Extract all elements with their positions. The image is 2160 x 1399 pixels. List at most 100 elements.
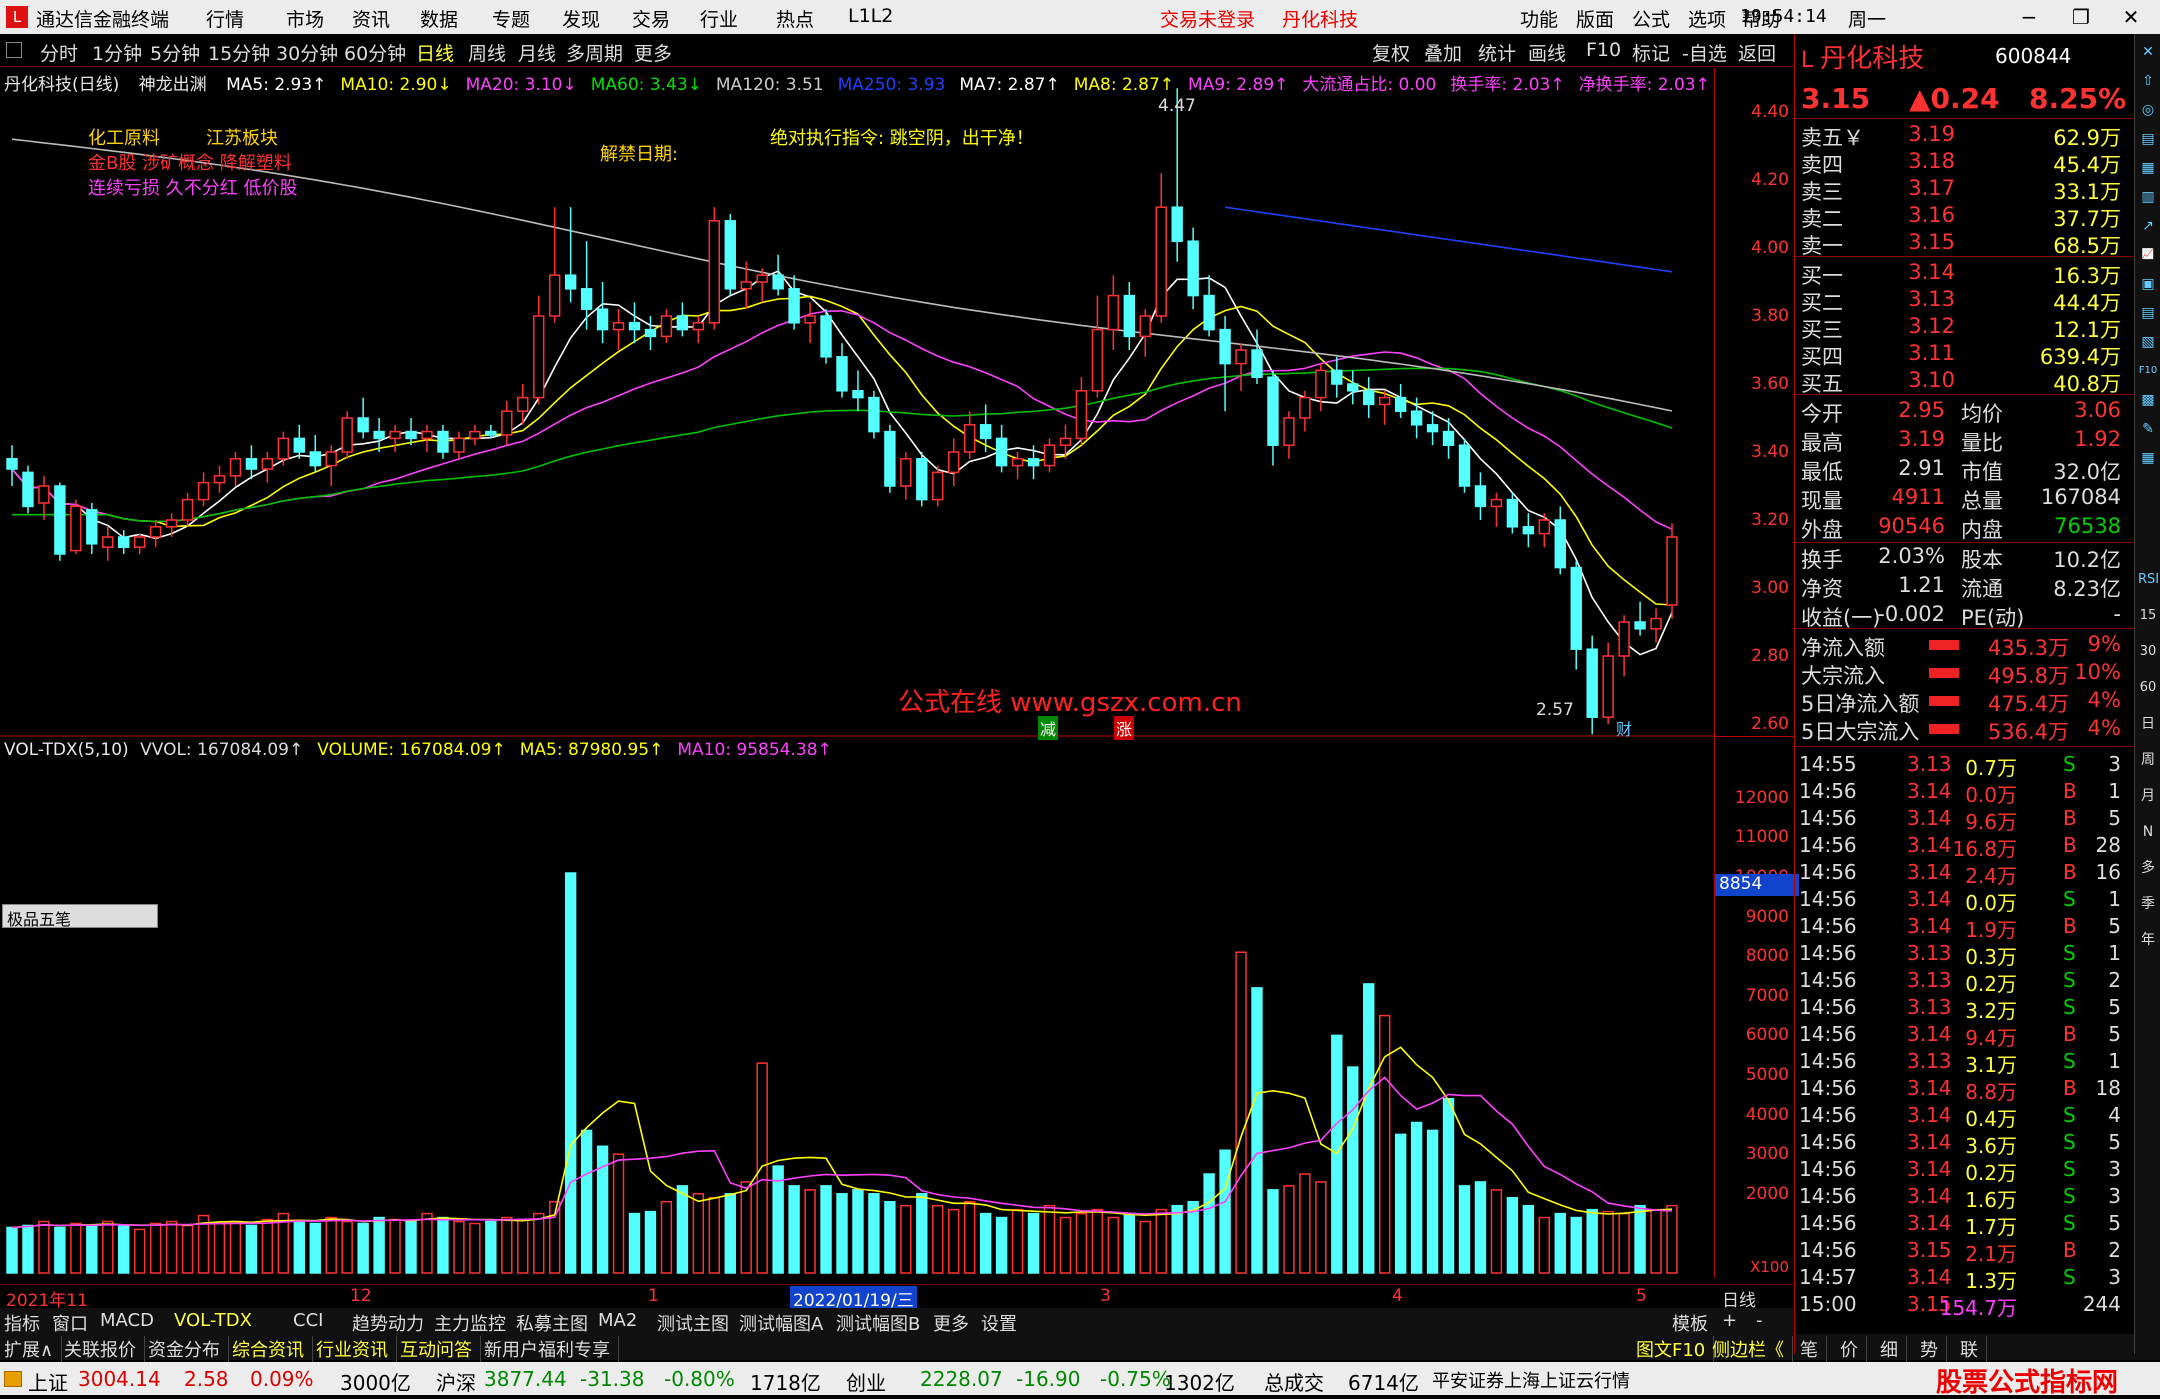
info-tab-0[interactable]: 扩展∧ xyxy=(4,1336,63,1362)
candle[interactable] xyxy=(1634,621,1646,630)
period-tab-10[interactable]: 更多 xyxy=(634,39,672,66)
volume-bar[interactable] xyxy=(70,1222,82,1274)
candle[interactable] xyxy=(1283,417,1295,446)
restore-icon[interactable]: ❐ xyxy=(2064,2,2098,32)
menu-6[interactable]: 交易 xyxy=(632,5,670,32)
volume-bar[interactable] xyxy=(357,1222,369,1274)
volume-bar[interactable] xyxy=(421,1212,433,1274)
info-tab-3[interactable]: 综合资讯 xyxy=(232,1336,313,1362)
candle[interactable] xyxy=(692,322,705,331)
side-tab-0[interactable]: 图文F10 xyxy=(1636,1336,1715,1362)
indicator-tab-2[interactable]: MACD xyxy=(100,1310,154,1331)
candle[interactable] xyxy=(102,536,114,548)
right-menu-0[interactable]: 功能 xyxy=(1520,5,1558,32)
candle[interactable] xyxy=(804,315,816,324)
volume-bar[interactable] xyxy=(979,1212,992,1274)
side-tool-icon-3[interactable]: ▤ xyxy=(2138,129,2158,149)
side-period-4[interactable]: 日 xyxy=(2138,714,2158,734)
candle[interactable] xyxy=(22,471,34,508)
volume-bar[interactable] xyxy=(1506,1197,1519,1274)
bid-level-4[interactable]: 买五 3.10 40.8万 xyxy=(1795,368,2125,396)
volume-bar[interactable] xyxy=(533,1212,545,1274)
volume-bar[interactable] xyxy=(740,1181,752,1274)
indicator-tab-12[interactable]: 更多 xyxy=(933,1310,969,1336)
volume-bar[interactable] xyxy=(612,1153,625,1274)
candle[interactable] xyxy=(1043,444,1056,467)
volume-bar[interactable] xyxy=(868,1193,880,1274)
candle[interactable] xyxy=(1203,294,1215,331)
candle[interactable] xyxy=(1075,390,1088,440)
volume-bar[interactable] xyxy=(916,1193,928,1274)
tool-button-5[interactable]: 标记 xyxy=(1632,39,1670,66)
menu-2[interactable]: 资讯 xyxy=(352,5,390,32)
candle[interactable] xyxy=(676,315,689,331)
period-tab-3[interactable]: 15分钟 xyxy=(208,39,270,66)
side-tool-icon-7[interactable]: 📈 xyxy=(2138,245,2158,265)
tool-button-1[interactable]: 叠加 xyxy=(1424,39,1462,66)
candle[interactable] xyxy=(900,458,912,487)
indicator-tab-6[interactable]: 主力监控 xyxy=(434,1310,506,1336)
period-tab-9[interactable]: 多周期 xyxy=(566,39,623,66)
volume-bar[interactable] xyxy=(1634,1204,1646,1274)
volume-bar[interactable] xyxy=(1586,1208,1598,1274)
indicator-tab-7[interactable]: 私募主图 xyxy=(516,1310,588,1336)
volume-bar[interactable] xyxy=(54,1226,66,1274)
volume-bar[interactable] xyxy=(1618,1212,1630,1274)
side-period-10[interactable]: 年 xyxy=(2138,930,2158,950)
volume-bar[interactable] xyxy=(708,1197,721,1274)
volume-bar[interactable] xyxy=(213,1222,226,1274)
volume-bar[interactable] xyxy=(564,872,577,1274)
side-tool-icon-5[interactable]: ▥ xyxy=(2138,187,2158,207)
volume-bar[interactable] xyxy=(963,1200,976,1274)
rise-marker[interactable]: 涨 xyxy=(1114,716,1135,740)
tool-button-7[interactable]: 返回 xyxy=(1738,39,1776,66)
volume-bar[interactable] xyxy=(1522,1204,1535,1274)
volume-bar[interactable] xyxy=(580,1129,593,1274)
indicator-tab-5[interactable]: 趋势动力 xyxy=(352,1310,424,1336)
candle[interactable] xyxy=(1059,437,1072,446)
volume-bar[interactable] xyxy=(852,1189,864,1274)
candle[interactable] xyxy=(1299,396,1311,419)
candle[interactable] xyxy=(1363,390,1375,406)
tool-button-4[interactable]: F10 xyxy=(1586,39,1621,61)
volume-bar[interactable] xyxy=(149,1222,162,1274)
volume-bar[interactable] xyxy=(309,1222,321,1274)
volume-bar[interactable] xyxy=(1075,1212,1088,1274)
candle[interactable] xyxy=(1522,526,1535,535)
info-tab-2[interactable]: 资金分布 xyxy=(148,1336,229,1362)
volume-bar[interactable] xyxy=(1011,1208,1024,1274)
side-tool-icon-14[interactable]: ▦ xyxy=(2138,448,2158,468)
candle[interactable] xyxy=(580,288,593,310)
candle[interactable] xyxy=(979,424,992,440)
indicator-tab-13[interactable]: 设置 xyxy=(981,1310,1017,1336)
indicator-tab-4[interactable]: CCI xyxy=(293,1310,323,1331)
candle[interactable] xyxy=(1426,424,1439,433)
candle[interactable] xyxy=(1027,458,1040,467)
candle[interactable] xyxy=(1570,566,1582,650)
candle[interactable] xyxy=(1538,519,1551,535)
period-tab-5[interactable]: 60分钟 xyxy=(344,39,406,66)
side-tool-icon-12[interactable]: ▩ xyxy=(2138,390,2158,410)
indicator-tab-3[interactable]: VOL-TDX xyxy=(174,1310,252,1331)
tool-button-3[interactable]: 画线 xyxy=(1528,39,1566,66)
volume-bar[interactable] xyxy=(1203,1173,1215,1274)
volume-bar[interactable] xyxy=(1155,1208,1167,1274)
menu-7[interactable]: 行业 xyxy=(700,5,738,32)
candle[interactable] xyxy=(1666,536,1678,606)
volume-bar[interactable] xyxy=(6,1226,18,1274)
volume-bar[interactable] xyxy=(22,1224,34,1274)
candle[interactable] xyxy=(1315,369,1327,399)
candle[interactable] xyxy=(1219,328,1231,365)
side-period-0[interactable]: RSI xyxy=(2138,570,2159,590)
collapse-icon[interactable] xyxy=(6,42,22,58)
candle[interactable] xyxy=(70,505,82,552)
volume-bar[interactable] xyxy=(804,1189,816,1274)
menu-4[interactable]: 专题 xyxy=(492,5,530,32)
candle[interactable] xyxy=(389,430,401,440)
close-icon[interactable]: ✕ xyxy=(2114,2,2148,32)
volume-bar[interactable] xyxy=(1426,1129,1439,1274)
candle[interactable] xyxy=(469,430,481,440)
volume-bar[interactable] xyxy=(1538,1216,1551,1274)
candle[interactable] xyxy=(963,424,976,453)
candle[interactable] xyxy=(38,485,50,504)
